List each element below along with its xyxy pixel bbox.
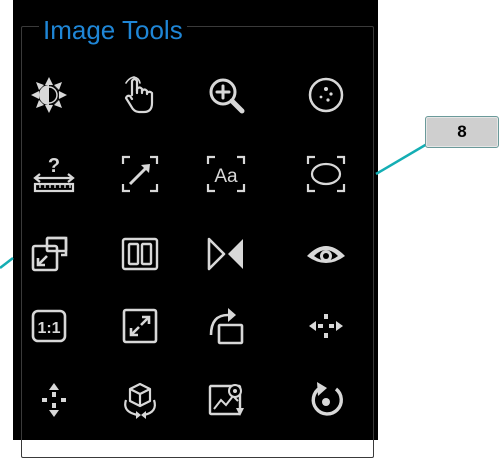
left-leader-line <box>0 257 14 269</box>
callout-badge: 8 <box>425 116 499 148</box>
callout-leader-lines <box>0 142 428 269</box>
callout-leader-line <box>375 142 428 176</box>
